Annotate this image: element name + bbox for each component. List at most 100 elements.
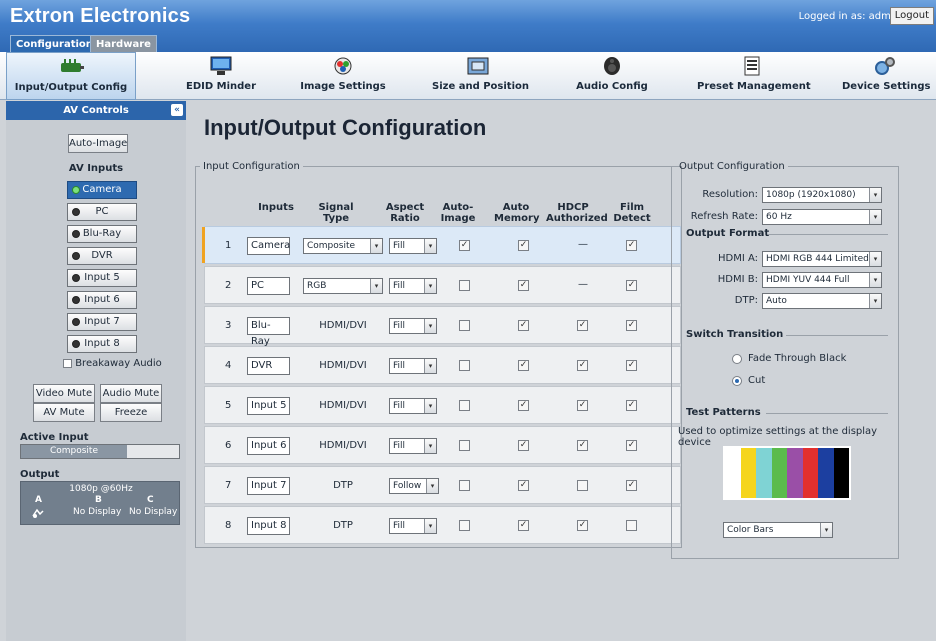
table-row[interactable]: 1 Camera Composite ▾ Fill ▾ ✓ ✓ — ✓: [202, 226, 681, 264]
auto-image-checkbox[interactable]: [459, 320, 470, 331]
chevron-down-icon: ▾: [424, 319, 436, 333]
input-name-field[interactable]: Input 7: [247, 477, 290, 495]
test-patterns-title: Test Patterns: [686, 407, 761, 418]
signal-type-select[interactable]: RGB ▾: [303, 278, 383, 294]
film-detect-checkbox[interactable]: ✓: [626, 480, 637, 491]
av-mute-button[interactable]: AV Mute: [33, 403, 95, 422]
input-button-pc[interactable]: PC: [67, 203, 137, 221]
dtp-format-select[interactable]: Auto ▾: [762, 293, 882, 309]
aspect-ratio-select[interactable]: Follow ▾: [389, 478, 439, 494]
tab-hardware[interactable]: Hardware: [90, 35, 157, 52]
auto-memory-checkbox[interactable]: ✓: [518, 400, 529, 411]
film-detect-checkbox[interactable]: ✓: [626, 320, 637, 331]
auto-image-checkbox[interactable]: [459, 400, 470, 411]
av-controls-panel: AV Controls « Auto-Image AV Inputs Camer…: [6, 101, 186, 641]
toolbar-audio-config[interactable]: Audio Config: [573, 52, 651, 100]
fade-through-black-radio[interactable]: [732, 354, 742, 364]
hdcp-authorized-checkbox[interactable]: ✓: [577, 360, 588, 371]
auto-memory-checkbox[interactable]: ✓: [518, 320, 529, 331]
aspect-ratio-select[interactable]: Fill ▾: [389, 518, 437, 534]
auto-image-checkbox[interactable]: ✓: [459, 240, 470, 251]
input-name-field[interactable]: DVR: [247, 357, 290, 375]
breakaway-audio-option[interactable]: Breakaway Audio: [63, 358, 162, 369]
hdcp-authorized-checkbox[interactable]: ✓: [577, 520, 588, 531]
toolbar-device-settings[interactable]: Device Settings: [842, 52, 930, 100]
collapse-panel-icon[interactable]: «: [171, 104, 183, 116]
auto-image-checkbox[interactable]: [459, 440, 470, 451]
input-name-field[interactable]: Input 8: [247, 517, 290, 535]
auto-memory-checkbox[interactable]: ✓: [518, 480, 529, 491]
breakaway-audio-checkbox[interactable]: [63, 358, 72, 368]
film-detect-checkbox[interactable]: ✓: [626, 240, 637, 251]
active-input-indicator: Composite: [20, 444, 180, 459]
color-wheel-icon: [334, 57, 352, 75]
hdmi-a-format-select[interactable]: HDMI RGB 444 Limited ▾: [762, 251, 882, 267]
film-detect-checkbox[interactable]: [626, 520, 637, 531]
color-bar: [740, 448, 756, 498]
table-row[interactable]: 5 Input 5 HDMI/DVI Fill ▾ ✓ ✓ ✓: [204, 386, 681, 424]
auto-image-checkbox[interactable]: [459, 360, 470, 371]
input-button-input-8[interactable]: Input 8: [67, 335, 137, 353]
cut-radio[interactable]: [732, 376, 742, 386]
hdcp-authorized-checkbox[interactable]: ✓: [577, 400, 588, 411]
table-row[interactable]: 4 DVR HDMI/DVI Fill ▾ ✓ ✓ ✓: [204, 346, 681, 384]
table-row[interactable]: 8 Input 8 DTP Fill ▾ ✓ ✓: [204, 506, 681, 544]
hdcp-authorized-checkbox[interactable]: ✓: [577, 320, 588, 331]
auto-memory-checkbox[interactable]: ✓: [518, 280, 529, 291]
auto-memory-checkbox[interactable]: ✓: [518, 520, 529, 531]
input-name-field[interactable]: Camera: [247, 237, 290, 255]
test-pattern-select[interactable]: Color Bars ▾: [723, 522, 833, 538]
resolution-select[interactable]: 1080p (1920x1080) ▾: [762, 187, 882, 203]
input-button-input-6[interactable]: Input 6: [67, 291, 137, 309]
hdcp-authorized-na: —: [578, 239, 588, 250]
table-row[interactable]: 3 Blu-Ray HDMI/DVI Fill ▾ ✓ ✓ ✓: [204, 306, 681, 347]
aspect-ratio-select[interactable]: Fill ▾: [389, 358, 437, 374]
aspect-ratio-select[interactable]: Fill ▾: [389, 438, 437, 454]
toolbar-input-output-config[interactable]: Input/Output Config: [6, 52, 136, 100]
logout-button[interactable]: Logout: [889, 7, 934, 25]
auto-image-checkbox[interactable]: [459, 520, 470, 531]
auto-image-checkbox[interactable]: [459, 480, 470, 491]
audio-mute-button[interactable]: Audio Mute: [100, 384, 162, 403]
hdcp-authorized-checkbox[interactable]: [577, 480, 588, 491]
input-button-input-5[interactable]: Input 5: [67, 269, 137, 287]
freeze-button[interactable]: Freeze: [100, 403, 162, 422]
input-name-field[interactable]: PC: [247, 277, 290, 295]
table-row[interactable]: 2 PC RGB ▾ Fill ▾ ✓ — ✓: [204, 266, 681, 304]
input-name-field[interactable]: Blu-Ray: [247, 317, 290, 347]
hdcp-authorized-checkbox[interactable]: ✓: [577, 440, 588, 451]
aspect-ratio-select[interactable]: Fill ▾: [389, 238, 437, 254]
auto-image-checkbox[interactable]: [459, 280, 470, 291]
toolbar-image-settings[interactable]: Image Settings: [300, 52, 386, 100]
toolbar-size-and-position[interactable]: Size and Position: [432, 52, 529, 100]
aspect-ratio-select[interactable]: Fill ▾: [389, 278, 437, 294]
toolbar-edid-minder[interactable]: EDID Minder: [186, 52, 256, 100]
input-button-blu-ray[interactable]: Blu-Ray: [67, 225, 137, 243]
aspect-ratio-select[interactable]: Fill ▾: [389, 318, 437, 334]
color-bar: [818, 448, 834, 498]
film-detect-checkbox[interactable]: ✓: [626, 400, 637, 411]
table-row[interactable]: 7 Input 7 DTP Follow ▾ ✓ ✓: [204, 466, 681, 504]
film-detect-checkbox[interactable]: ✓: [626, 440, 637, 451]
input-button-dvr[interactable]: DVR: [67, 247, 137, 265]
input-button-input-7[interactable]: Input 7: [67, 313, 137, 331]
auto-memory-checkbox[interactable]: ✓: [518, 240, 529, 251]
input-name-field[interactable]: Input 6: [247, 437, 290, 455]
hdmi-b-format-select[interactable]: HDMI YUV 444 Full ▾: [762, 272, 882, 288]
input-name-field[interactable]: Input 5: [247, 397, 290, 415]
film-detect-checkbox[interactable]: ✓: [626, 280, 637, 291]
auto-memory-checkbox[interactable]: ✓: [518, 440, 529, 451]
row-number: 5: [225, 400, 232, 411]
refresh-rate-select[interactable]: 60 Hz ▾: [762, 209, 882, 225]
video-mute-button[interactable]: Video Mute: [33, 384, 95, 403]
tab-configuration[interactable]: Configuration: [10, 35, 99, 52]
signal-type-select[interactable]: Composite ▾: [303, 238, 383, 254]
input-button-camera[interactable]: Camera: [67, 181, 137, 199]
auto-image-button[interactable]: Auto-Image: [68, 134, 128, 153]
aspect-ratio-select[interactable]: Fill ▾: [389, 398, 437, 414]
table-row[interactable]: 6 Input 6 HDMI/DVI Fill ▾ ✓ ✓ ✓: [204, 426, 681, 464]
chevron-down-icon: ▾: [426, 479, 438, 493]
toolbar-preset-management[interactable]: Preset Management: [697, 52, 811, 100]
auto-memory-checkbox[interactable]: ✓: [518, 360, 529, 371]
film-detect-checkbox[interactable]: ✓: [626, 360, 637, 371]
